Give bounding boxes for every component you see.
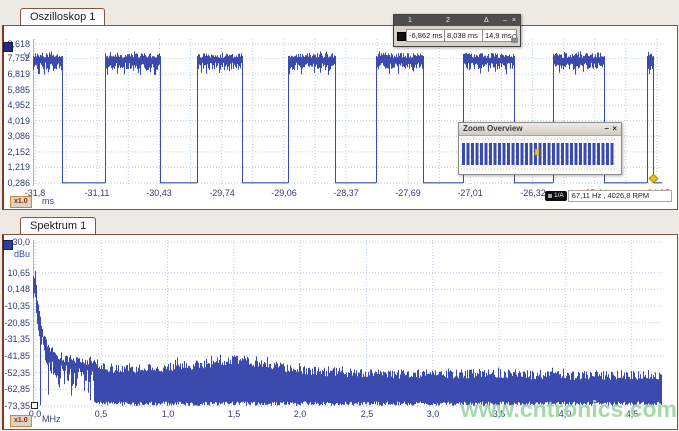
osc-x-tick-label: -31,11 — [84, 188, 110, 198]
spec-x-tick-label: 0,5 — [94, 409, 108, 419]
dock-icon[interactable] — [397, 32, 406, 41]
cursor-toolbar-body: -6,862 ms 8,038 ms 14,9 ms — [394, 26, 520, 45]
zoom-region-marker[interactable] — [534, 148, 540, 156]
spec-y-tick-label: -20,85 — [4, 318, 30, 328]
cursor-col-1-header: 1 — [408, 17, 412, 24]
osc-x-tick-label: -27,01 — [457, 188, 483, 198]
spec-y-tick-label: -52,35 — [4, 368, 30, 378]
tab-spektrum-1[interactable]: Spektrum 1 — [20, 217, 97, 234]
osc-y-tick-label: 6,819 — [7, 69, 30, 79]
lock-icon[interactable] — [511, 30, 518, 48]
cursor-readout-toolbar[interactable]: 1 2 Δ – × -6,862 ms 8,038 ms 14,9 ms — [393, 14, 521, 47]
osc-y-tick-label: 3,086 — [7, 131, 30, 141]
cursor-1-value-field[interactable]: -6,862 ms — [406, 29, 445, 42]
osc-x-tick-label: -29,74 — [209, 188, 235, 198]
watermark: www.cntronics.com — [460, 396, 677, 422]
axis-mode-badge[interactable]: 1/A — [545, 191, 567, 201]
spectrum-trace — [33, 271, 662, 406]
spec-y-tick-label: 0,148 — [7, 284, 30, 294]
osc-y-tick-label: 1,219 — [7, 162, 30, 172]
spec-y-tick-label: -62,85 — [4, 384, 30, 394]
osc-y-tick-label: 2,152 — [7, 147, 30, 157]
axis-badge-label: 1/A — [554, 192, 564, 199]
spec-y-tick-label: 10,65 — [7, 268, 30, 278]
spec-x-tick-label: 1,0 — [161, 409, 175, 419]
osc-zoom-factor-badge[interactable]: x1.0 — [10, 196, 32, 208]
axis-status-readout: 1/A 67,11 Hz , 4026,8 RPM — [545, 190, 672, 202]
osc-y-tick-label: 4,019 — [7, 116, 30, 126]
spec-y-tick-label: -41,85 — [4, 351, 30, 361]
osc-y-tick-label: 4,952 — [7, 100, 30, 110]
close-icon[interactable]: × — [612, 123, 617, 135]
cursor-col-2-header: 2 — [446, 17, 450, 24]
spec-x-tick-label: 2,5 — [360, 409, 374, 419]
app-window: Oszilloskop 1 V x1.0 ms 1 2 Δ – × -6,862… — [0, 0, 679, 431]
osc-x-tick-label: -28,37 — [333, 188, 359, 198]
spec-x-tick-label: 1,5 — [227, 409, 241, 419]
channel-color-icon[interactable] — [3, 240, 13, 250]
zoom-overview-window[interactable]: Zoom Overview – × — [458, 122, 622, 175]
frequency-rpm-readout: 67,11 Hz , 4026,8 RPM — [567, 190, 672, 202]
cursor-toolbar-titlebar[interactable]: 1 2 Δ – × — [394, 15, 520, 26]
spec-x-tick-label: 2,0 — [293, 409, 307, 419]
channel-color-icon[interactable] — [3, 42, 13, 52]
close-button[interactable]: × — [512, 15, 516, 26]
spec-y-unit: dBu — [13, 249, 30, 259]
osc-y-tick-label: 0,286 — [7, 178, 30, 188]
osc-y-tick-label: 7,752 — [7, 53, 30, 63]
axis-badge-icon — [548, 194, 552, 198]
spec-x-tick-label: 3,0 — [426, 409, 440, 419]
cursor-handle[interactable] — [31, 402, 38, 409]
osc-x-tick-label: -27,69 — [395, 188, 421, 198]
minimize-button[interactable]: – — [503, 15, 507, 26]
zoom-overview-miniature-plot[interactable] — [459, 136, 619, 174]
spec-y-tick-label: -31,35 — [4, 334, 30, 344]
minimize-button[interactable]: – — [605, 123, 609, 135]
osc-y-tick-label: 5,885 — [7, 85, 30, 95]
spec-y-tick-label: -10,35 — [4, 301, 30, 311]
spectrum-plot[interactable] — [33, 240, 662, 408]
cursor-col-delta-header: Δ — [484, 17, 489, 24]
osc-x-tick-label: -29,06 — [271, 188, 297, 198]
zoom-overview-titlebar[interactable]: Zoom Overview – × — [459, 123, 621, 136]
cursor-2-value-field[interactable]: 8,038 ms — [444, 29, 483, 42]
osc-x-tick-label: -30,43 — [146, 188, 172, 198]
spec-zoom-factor-badge[interactable]: x1.0 — [10, 415, 32, 427]
zoom-overview-title: Zoom Overview — [463, 124, 523, 133]
tab-oszilloskop-1[interactable]: Oszilloskop 1 — [20, 8, 106, 25]
